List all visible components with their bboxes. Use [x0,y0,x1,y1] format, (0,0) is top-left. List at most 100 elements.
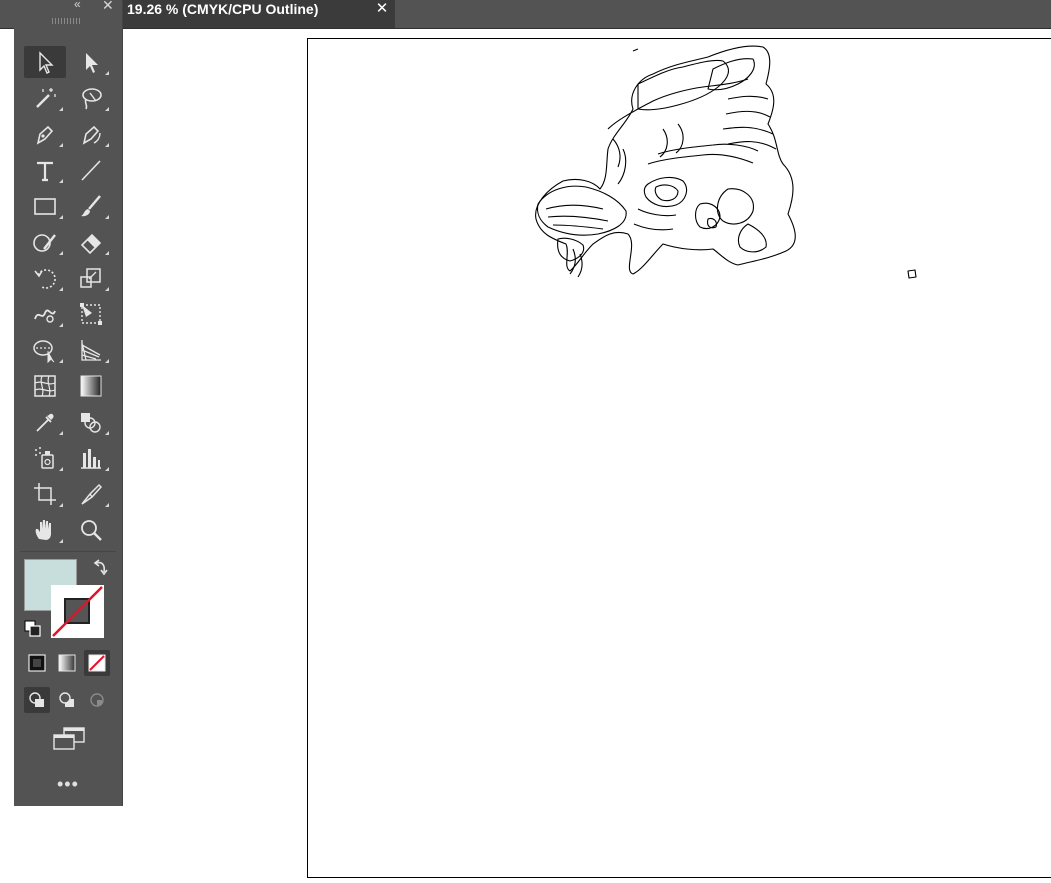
curvature-pen-icon [82,125,101,145]
shape-builder-tool[interactable] [24,334,66,366]
gradient-swatch-icon [58,654,76,672]
mesh-tool[interactable] [24,370,66,402]
stroke-none-icon [52,586,103,637]
artwork-path [569,248,583,278]
magic-wand-tool[interactable] [24,82,66,114]
default-fill-stroke-icon[interactable] [24,620,42,643]
artwork-path [907,269,917,279]
warp-icon [34,309,56,323]
blend-icon [81,413,101,433]
pen-tool[interactable] [24,118,66,150]
column-graph-tool[interactable] [70,442,112,474]
close-icon[interactable]: ✕ [102,0,114,14]
knife-icon [81,483,103,505]
more-tools-icon[interactable]: ••• [57,774,79,795]
stroke-color-swatch[interactable] [51,585,104,638]
magnifier-icon [81,520,102,541]
close-icon[interactable]: ✕ [374,0,390,17]
gradient-mode-button[interactable] [54,650,80,676]
type-icon [37,161,53,182]
hand-icon [35,520,51,540]
eyedropper-icon [36,413,54,432]
artwork-path [545,204,609,230]
divider [20,551,116,552]
artwork-path [657,143,759,155]
pen-icon [36,125,54,145]
draw-inside-button[interactable] [84,687,110,713]
color-mode-button[interactable] [24,650,50,676]
warp-tool[interactable] [24,298,66,330]
eraser-icon [80,233,102,255]
artwork-path [612,138,627,185]
artwork-path [716,188,754,225]
artwork-path [633,208,677,231]
draw-behind-icon [59,692,74,707]
draw-normal-icon [29,692,44,707]
brush-icon [81,195,101,217]
magic-wand-icon [36,88,56,108]
mesh-icon [34,375,56,397]
tools-panel: « ✕ ••• [14,0,122,806]
line-icon [81,160,101,181]
hand-tool[interactable] [24,514,66,546]
artwork-path [607,78,749,130]
rectangle-icon [34,198,56,215]
lasso-tool[interactable] [70,82,112,114]
artwork-path [647,153,754,165]
knife-tool[interactable] [70,478,112,510]
swap-fill-stroke-icon[interactable] [92,558,110,583]
free-transform-icon [80,303,102,325]
lasso-icon [82,88,102,110]
curvature-tool[interactable] [70,118,112,150]
shape-builder-icon [33,340,55,364]
rectangle-tool[interactable] [24,190,66,222]
document-tab[interactable]: 19.26 % (CMYK/CPU Outline) ✕ [122,0,395,28]
gradient-icon [80,375,102,397]
artboard[interactable] [307,38,1051,878]
screen-mode-icon[interactable] [52,726,86,757]
solid-color-icon [28,654,46,672]
artwork-path [654,184,679,202]
blend-tool[interactable] [70,406,112,438]
eraser-tool[interactable] [70,226,112,258]
draw-normal-button[interactable] [24,687,50,713]
panel-grip[interactable] [52,18,82,24]
collapse-icon[interactable]: « [74,0,81,11]
draw-inside-icon [90,693,104,707]
tools-panel-header: « ✕ [14,0,122,14]
column-graph-icon [81,449,101,469]
artwork-path [536,185,627,236]
direct-selection-tool[interactable] [70,46,112,78]
artwork-path [707,217,717,229]
shaper-icon [33,234,56,252]
rotate-tool[interactable] [24,262,66,294]
draw-behind-button[interactable] [54,687,80,713]
perspective-grid-icon [81,340,101,361]
artwork-path [737,223,767,253]
shaper-tool[interactable] [24,226,66,258]
document-tab-bar: 19.26 % (CMYK/CPU Outline) ✕ [0,0,1051,29]
perspective-grid-tool[interactable] [70,334,112,366]
type-tool[interactable] [24,154,66,186]
arrow-outline-icon [39,51,54,74]
scale-icon [80,268,101,288]
free-transform-tool[interactable] [70,298,112,330]
rotate-icon [34,269,56,289]
paintbrush-tool[interactable] [70,190,112,222]
gradient-tool[interactable] [70,370,112,402]
none-icon [88,654,106,672]
outline-artwork[interactable] [308,39,1051,879]
selection-tool[interactable] [24,46,66,78]
symbol-sprayer-tool[interactable] [24,442,66,474]
arrow-filled-icon [86,53,98,73]
artboard-tool[interactable] [24,478,66,510]
eyedropper-tool[interactable] [24,406,66,438]
zoom-tool[interactable] [70,514,112,546]
document-tab-title: 19.26 % (CMYK/CPU Outline) [127,1,319,17]
artwork-path [643,176,688,208]
none-mode-button[interactable] [84,650,110,676]
scale-tool[interactable] [70,262,112,294]
artwork-path [632,48,639,52]
line-segment-tool[interactable] [70,154,112,186]
artboard-icon [34,483,56,505]
